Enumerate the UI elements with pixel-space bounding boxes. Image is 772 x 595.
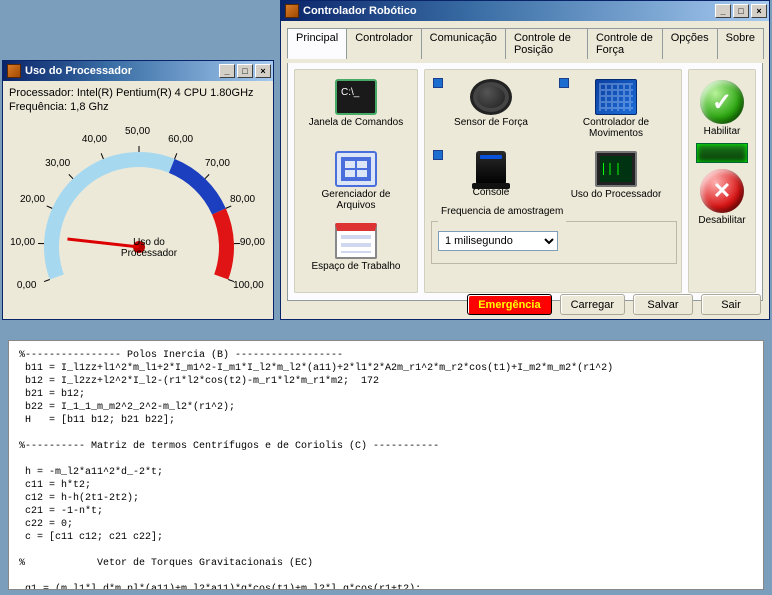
- motion-controller-button[interactable]: Controlador de Movimentos: [555, 76, 677, 144]
- bottom-toolbar: Emergência Carregar Salvar Sair: [281, 290, 769, 315]
- app-icon: [7, 64, 21, 78]
- enable-label: Habilitar: [691, 126, 753, 137]
- tab-controle-de-for-a[interactable]: Controle de Força: [587, 28, 663, 59]
- cpu-window-title: Uso do Processador: [25, 65, 219, 77]
- tab-sobre[interactable]: Sobre: [717, 28, 764, 59]
- cpu-usage-window: Uso do Processador _ □ × Processador: In…: [2, 60, 274, 320]
- load-button[interactable]: Carregar: [560, 294, 625, 315]
- workspace-label: Espaço de Trabalho: [302, 261, 410, 272]
- disable-label: Desabilitar: [691, 215, 753, 226]
- tab-controle-de-posi-o[interactable]: Controle de Posição: [505, 28, 588, 59]
- controller-titlebar[interactable]: Controlador Robótico _ □ ×: [281, 1, 769, 21]
- tab-op-es[interactable]: Opções: [662, 28, 718, 59]
- tools-group: Janela de Comandos Gerenciador de Arquiv…: [294, 69, 418, 293]
- status-led: [696, 143, 748, 163]
- exit-button[interactable]: Sair: [701, 294, 761, 315]
- cpu-gauge: 0,00 10,00 20,00 30,00 40,00 50,00 60,00 70,00 8…: [9, 117, 269, 307]
- tab-strip: PrincipalControladorComunicaçãoControle …: [287, 27, 763, 59]
- gauge-tick-label: 10,00: [10, 237, 35, 248]
- sampling-frequency-group: Frequencia de amostragem 1 milisegundo: [431, 216, 677, 264]
- force-sensor-button[interactable]: Sensor de Força: [431, 76, 551, 144]
- file-manager-label: Gerenciador de Arquivos: [302, 189, 410, 211]
- sampling-frequency-select[interactable]: 1 milisegundo: [438, 231, 558, 251]
- maximize-button[interactable]: □: [237, 64, 253, 78]
- controller-window-title: Controlador Robótico: [303, 5, 715, 17]
- close-button[interactable]: ×: [255, 64, 271, 78]
- motion-controller-label: Controlador de Movimentos: [556, 117, 676, 139]
- cpu-window-titlebar[interactable]: Uso do Processador _ □ ×: [3, 61, 273, 81]
- enable-button[interactable]: [700, 80, 744, 124]
- gauge-tick-label: 0,00: [17, 280, 36, 291]
- code-output-panel[interactable]: %---------------- Polos Inercia (B) ----…: [8, 340, 764, 590]
- force-sensor-icon: [470, 79, 512, 115]
- cpu-usage-button[interactable]: Uso do Processador: [555, 148, 677, 216]
- monitor-icon: [595, 151, 637, 187]
- cpu-usage-label: Uso do Processador: [556, 189, 676, 200]
- board-icon: [595, 79, 637, 115]
- controller-window: Controlador Robótico _ □ × PrincipalCont…: [280, 0, 770, 320]
- enable-group: Habilitar Desabilitar: [688, 69, 756, 293]
- close-button[interactable]: ×: [751, 4, 767, 18]
- tab-controlador[interactable]: Controlador: [346, 28, 421, 59]
- save-button[interactable]: Salvar: [633, 294, 693, 315]
- tab-principal[interactable]: Principal: [287, 28, 347, 59]
- command-window-button[interactable]: Janela de Comandos: [301, 76, 411, 144]
- gauge-tick-label: 30,00: [45, 158, 70, 169]
- gauge-tick-label: 100,00: [233, 280, 264, 291]
- minimize-button[interactable]: _: [219, 64, 235, 78]
- devices-group: Sensor de Força Controlador de Movimento…: [424, 69, 682, 293]
- gauge-tick-label: 80,00: [230, 194, 255, 205]
- file-manager-button[interactable]: Gerenciador de Arquivos: [301, 148, 411, 216]
- emergency-button[interactable]: Emergência: [467, 294, 551, 315]
- force-sensor-label: Sensor de Força: [432, 117, 550, 128]
- workspace-button[interactable]: Espaço de Trabalho: [301, 220, 411, 288]
- tab-principal-body: Janela de Comandos Gerenciador de Arquiv…: [287, 63, 763, 301]
- app-icon: [285, 4, 299, 18]
- maximize-button[interactable]: □: [733, 4, 749, 18]
- frequency-info: Frequência: 1,8 Ghz: [9, 101, 267, 113]
- workspace-icon: [335, 223, 377, 259]
- console-icon: [476, 151, 506, 185]
- disable-button[interactable]: [700, 169, 744, 213]
- tab-comunica-o[interactable]: Comunicação: [421, 28, 506, 59]
- gauge-tick-label: 60,00: [168, 134, 193, 145]
- gauge-tick-label: 50,00: [125, 126, 150, 137]
- files-icon: [335, 151, 377, 187]
- terminal-icon: [335, 79, 377, 115]
- gauge-tick-label: 20,00: [20, 194, 45, 205]
- gauge-label: Uso do Processador: [109, 237, 189, 259]
- sampling-frequency-title: Frequencia de amostragem: [438, 206, 566, 217]
- gauge-tick-label: 40,00: [82, 134, 107, 145]
- command-window-label: Janela de Comandos: [302, 117, 410, 128]
- processor-info: Processador: Intel(R) Pentium(R) 4 CPU 1…: [9, 87, 267, 99]
- gauge-tick-label: 70,00: [205, 158, 230, 169]
- minimize-button[interactable]: _: [715, 4, 731, 18]
- gauge-tick-label: 90,00: [240, 237, 265, 248]
